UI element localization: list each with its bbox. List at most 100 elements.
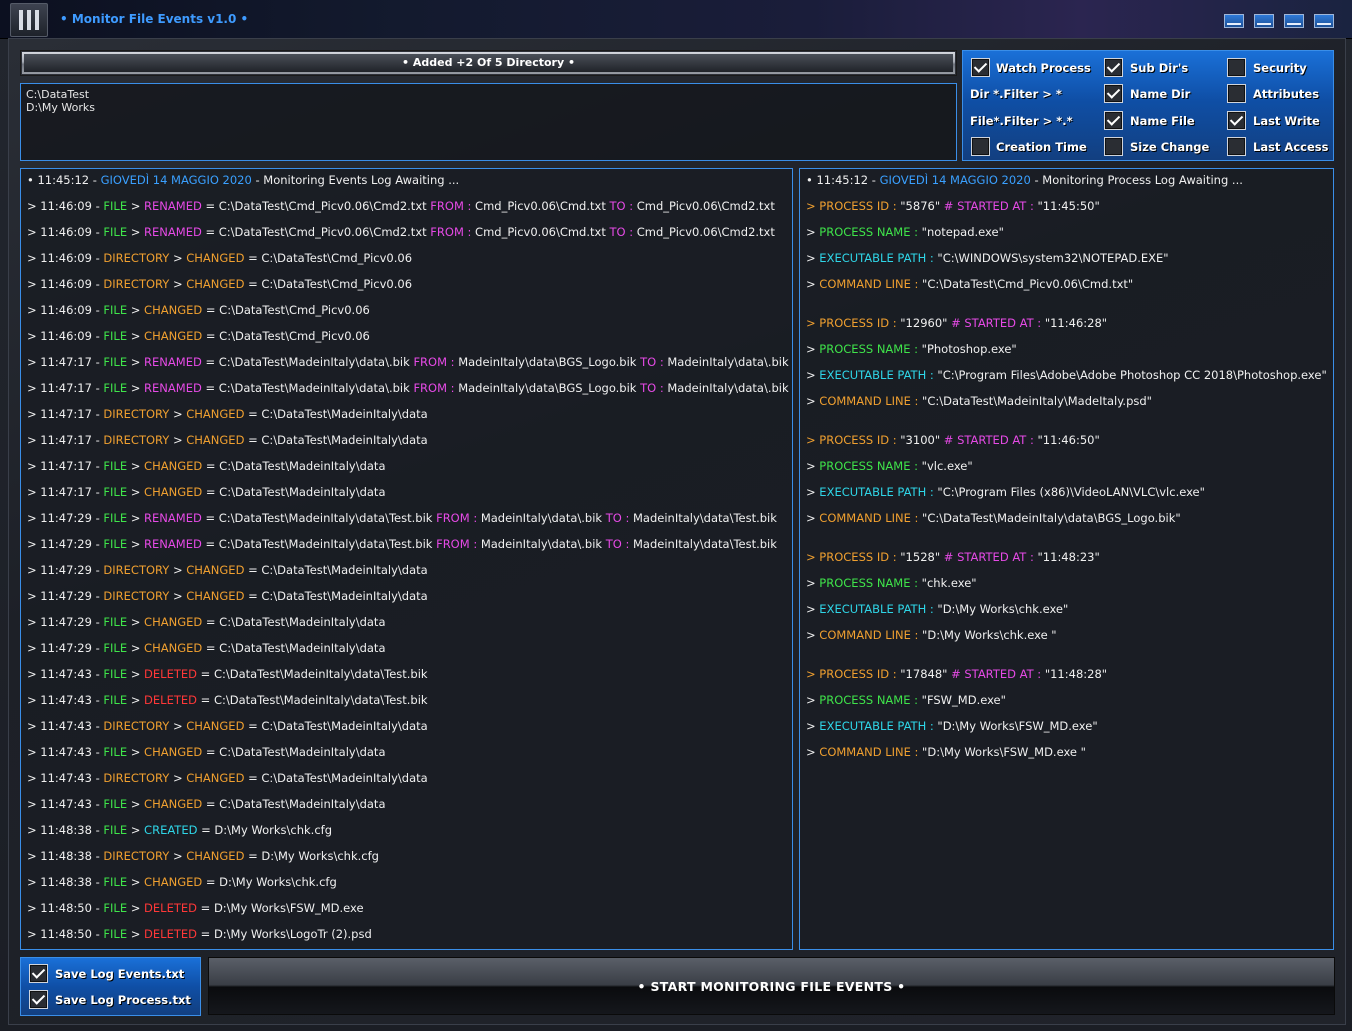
sub-dirs-label: Sub Dir's — [1130, 61, 1189, 75]
log-segment: - Monitoring Events Log Awaiting ... — [251, 173, 460, 187]
log-segment: FROM : — [436, 511, 478, 525]
log-segment: CHANGED — [144, 745, 203, 759]
events-log-panel[interactable]: • 11:45:12 - GIOVEDÌ 14 MAGGIO 2020 - Mo… — [20, 168, 793, 950]
log-segment: > — [806, 225, 820, 239]
process-log-panel[interactable]: • 11:45:12 - GIOVEDÌ 14 MAGGIO 2020 - Mo… — [799, 168, 1334, 950]
log-segment: MadeinItaly\data\Test.bik — [629, 511, 777, 525]
log-segment: = C:\DataTest\MadeinItaly\data — [244, 771, 428, 785]
log-segment: "C:\DataTest\MadeinItaly\data\BGS_Logo.b… — [918, 511, 1181, 525]
log-segment: "11:45:50" — [1033, 199, 1100, 213]
log-segment: > — [127, 459, 145, 473]
creation-time-checkbox[interactable] — [971, 137, 990, 156]
event-log-entry: > 11:47:17 - FILE > CHANGED = C:\DataTes… — [27, 459, 386, 473]
log-segment: = C:\DataTest\MadeinItaly\data — [202, 459, 386, 473]
log-segment: > 11:46:09 - — [27, 329, 104, 343]
log-segment: "C:\Program Files (x86)\VideoLAN\VLC\vlc… — [933, 485, 1205, 499]
log-segment: > 11:47:17 - — [27, 407, 104, 421]
size-change-checkbox[interactable] — [1104, 137, 1123, 156]
log-segment: TO : — [609, 199, 634, 213]
directory-item[interactable]: D:\My Works — [21, 101, 956, 114]
log-segment: "notepad.exe" — [918, 225, 1004, 239]
size-change-label: Size Change — [1130, 140, 1210, 154]
window-button-icon[interactable] — [1314, 14, 1334, 28]
log-segment: > PROCESS ID : — [806, 550, 897, 564]
log-segment: DIRECTORY — [103, 771, 170, 785]
watch-process-checkbox[interactable] — [971, 58, 990, 77]
log-segment: "D:\My Works\chk.exe " — [918, 628, 1057, 642]
process-name-entry: > PROCESS NAME : "chk.exe" — [806, 576, 977, 590]
attributes-checkbox[interactable] — [1227, 84, 1246, 103]
save-log-events-checkbox[interactable] — [29, 964, 48, 983]
directory-list[interactable]: C:\DataTest D:\My Works — [20, 83, 957, 161]
save-log-events-label: Save Log Events.txt — [55, 967, 185, 981]
log-segment: FILE — [103, 641, 128, 655]
log-segment: RENAMED — [144, 381, 202, 395]
log-segment: CHANGED — [186, 771, 245, 785]
creation-time-label: Creation Time — [996, 140, 1087, 154]
log-segment: FILE — [103, 199, 128, 213]
log-segment: "C:\WINDOWS\system32\NOTEPAD.EXE" — [933, 251, 1169, 265]
event-log-entry: > 11:47:43 - DIRECTORY > CHANGED = C:\Da… — [27, 719, 428, 733]
log-segment: = D:\My Works\LogoTr (2).psd — [197, 927, 372, 941]
name-file-checkbox[interactable] — [1104, 111, 1123, 130]
event-log-entry: > 11:46:09 - DIRECTORY > CHANGED = C:\Da… — [27, 277, 412, 291]
log-segment: > — [169, 849, 187, 863]
log-segment: RENAMED — [144, 225, 202, 239]
directory-item[interactable]: C:\DataTest — [21, 88, 956, 101]
event-log-entry: > 11:46:09 - FILE > RENAMED = C:\DataTes… — [27, 199, 775, 213]
log-segment: > — [127, 641, 145, 655]
log-segment: PROCESS NAME : — [819, 225, 919, 239]
security-label: Security — [1253, 61, 1307, 75]
log-segment: MadeinItaly\data\.bik — [477, 511, 606, 525]
name-dir-checkbox[interactable] — [1104, 84, 1123, 103]
log-segment: = C:\DataTest\MadeinItaly\data\Test.bik — [197, 693, 428, 707]
log-segment: > 11:47:43 - — [27, 667, 104, 681]
log-segment: > — [127, 823, 145, 837]
log-segment: MadeinItaly\data\BGS_Logo.bik — [454, 355, 641, 369]
last-write-checkbox[interactable] — [1227, 111, 1246, 130]
name-dir-label: Name Dir — [1130, 87, 1191, 101]
log-segment: FILE — [103, 303, 128, 317]
log-segment: > — [127, 615, 145, 629]
log-segment: "17848" — [896, 667, 952, 681]
save-log-process-label: Save Log Process.txt — [55, 993, 191, 1007]
log-segment: EXECUTABLE PATH : — [819, 251, 934, 265]
command-line-entry: > COMMAND LINE : "D:\My Works\FSW_MD.exe… — [806, 745, 1086, 759]
title-bar: • Monitor File Events v1.0 • — [0, 0, 1352, 39]
log-segment: CHANGED — [186, 589, 245, 603]
dir-filter-field[interactable]: Dir *.Filter > * — [970, 87, 1062, 101]
log-segment: "C:\Program Files\Adobe\Adobe Photoshop … — [933, 368, 1327, 382]
log-segment: # STARTED AT : — [951, 316, 1042, 330]
event-log-entry: > 11:48:50 - FILE > DELETED = D:\My Work… — [27, 901, 364, 915]
name-file-label: Name File — [1130, 114, 1195, 128]
security-checkbox[interactable] — [1227, 58, 1246, 77]
add-directory-button[interactable]: • Added +2 Of 5 Directory • — [20, 50, 957, 76]
start-monitoring-button[interactable]: • START MONITORING FILE EVENTS • — [208, 957, 1335, 1015]
log-segment: DIRECTORY — [103, 719, 170, 733]
event-log-entry: > 11:47:29 - FILE > CHANGED = C:\DataTes… — [27, 641, 386, 655]
log-segment: "C:\DataTest\MadeinItaly\MadeItaly.psd" — [918, 394, 1152, 408]
window-button-icon[interactable] — [1254, 14, 1274, 28]
event-log-entry: > 11:47:29 - DIRECTORY > CHANGED = C:\Da… — [27, 589, 428, 603]
equalizer-icon[interactable] — [10, 3, 48, 37]
window-button-icon[interactable] — [1224, 14, 1244, 28]
last-access-checkbox[interactable] — [1227, 137, 1246, 156]
log-segment: DIRECTORY — [103, 563, 170, 577]
log-segment: TO : — [605, 537, 630, 551]
log-segment: CHANGED — [144, 615, 203, 629]
event-log-entry: > 11:48:38 - FILE > CHANGED = D:\My Work… — [27, 875, 337, 889]
log-segment: EXECUTABLE PATH : — [819, 368, 934, 382]
log-segment: CHANGED — [144, 641, 203, 655]
log-segment: PROCESS NAME : — [819, 693, 919, 707]
save-log-process-checkbox[interactable] — [29, 990, 48, 1009]
log-segment: "vlc.exe" — [918, 459, 973, 473]
log-segment: DELETED — [144, 901, 197, 915]
log-segment: = C:\DataTest\MadeinItaly\data — [202, 641, 386, 655]
event-log-entry: > 11:47:17 - DIRECTORY > CHANGED = C:\Da… — [27, 433, 428, 447]
event-log-entry: > 11:47:43 - FILE > CHANGED = C:\DataTes… — [27, 745, 386, 759]
file-filter-field[interactable]: File*.Filter > *.* — [970, 114, 1073, 128]
log-segment: = C:\DataTest\MadeinItaly\data — [244, 407, 428, 421]
window-button-icon[interactable] — [1284, 14, 1304, 28]
log-segment: PROCESS NAME : — [819, 576, 919, 590]
sub-dirs-checkbox[interactable] — [1104, 58, 1123, 77]
